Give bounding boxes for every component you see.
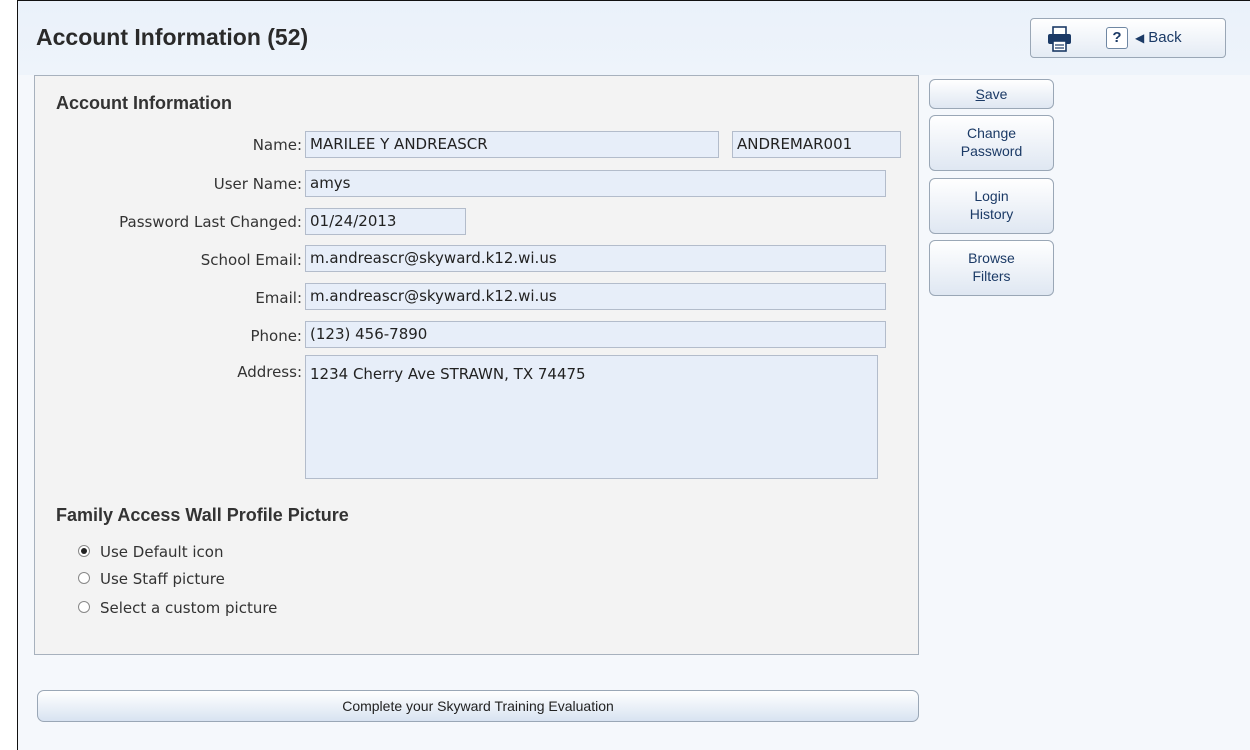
radio-label: Select a custom picture: [100, 599, 278, 617]
radio-label: Use Default icon: [100, 543, 224, 561]
email-label: Email:: [255, 289, 302, 307]
triangle-left-icon: ◀: [1135, 31, 1145, 45]
profile-picture-title: Family Access Wall Profile Picture: [56, 505, 349, 525]
browse-filters-label-1: Browse: [968, 250, 1015, 266]
back-button[interactable]: ◀ Back: [1135, 27, 1182, 49]
browse-filters-label-2: Filters: [972, 268, 1011, 284]
section-title: Account Information: [56, 93, 232, 113]
phone-field[interactable]: (123) 456-7890: [305, 321, 886, 348]
toolbar: ? ◀ Back: [1030, 18, 1226, 58]
name-id-field[interactable]: ANDREMAR001: [732, 131, 901, 158]
browse-filters-button[interactable]: Browse Filters: [929, 240, 1054, 296]
username-label: User Name:: [213, 175, 302, 193]
training-evaluation-button[interactable]: Complete your Skyward Training Evaluatio…: [37, 690, 919, 722]
username-field[interactable]: amys: [305, 170, 886, 197]
save-button[interactable]: Save: [929, 79, 1054, 109]
phone-label: Phone:: [250, 327, 302, 345]
address-field[interactable]: 1234 Cherry Ave STRAWN, TX 74475: [305, 355, 878, 479]
password-changed-field: 01/24/2013: [305, 208, 466, 235]
back-label: Back: [1148, 29, 1182, 46]
page-title: Account Information (52): [36, 24, 309, 50]
password-changed-label: Password Last Changed:: [119, 213, 302, 231]
radio-button[interactable]: [78, 601, 90, 613]
school-email-label: School Email:: [200, 251, 302, 269]
name-label: Name:: [252, 136, 302, 154]
name-field[interactable]: MARILEE Y ANDREASCR: [305, 131, 719, 158]
login-history-label-1: Login: [974, 188, 1009, 204]
save-label: ave: [984, 86, 1008, 102]
printer-icon[interactable]: [1045, 26, 1075, 52]
address-label: Address:: [237, 363, 302, 381]
login-history-button[interactable]: Login History: [929, 178, 1054, 234]
change-password-button[interactable]: Change Password: [929, 115, 1054, 171]
change-password-label-2: Password: [960, 143, 1023, 159]
change-password-label-1: Change: [966, 125, 1017, 141]
radio-button[interactable]: [78, 545, 90, 557]
help-button[interactable]: ?: [1106, 27, 1128, 49]
login-history-label-2: History: [969, 206, 1014, 222]
save-accesskey: S: [975, 86, 985, 102]
school-email-field[interactable]: m.andreascr@skyward.k12.wi.us: [305, 245, 886, 272]
email-field[interactable]: m.andreascr@skyward.k12.wi.us: [305, 283, 886, 310]
radio-button[interactable]: [78, 572, 90, 584]
radio-label: Use Staff picture: [100, 570, 225, 588]
